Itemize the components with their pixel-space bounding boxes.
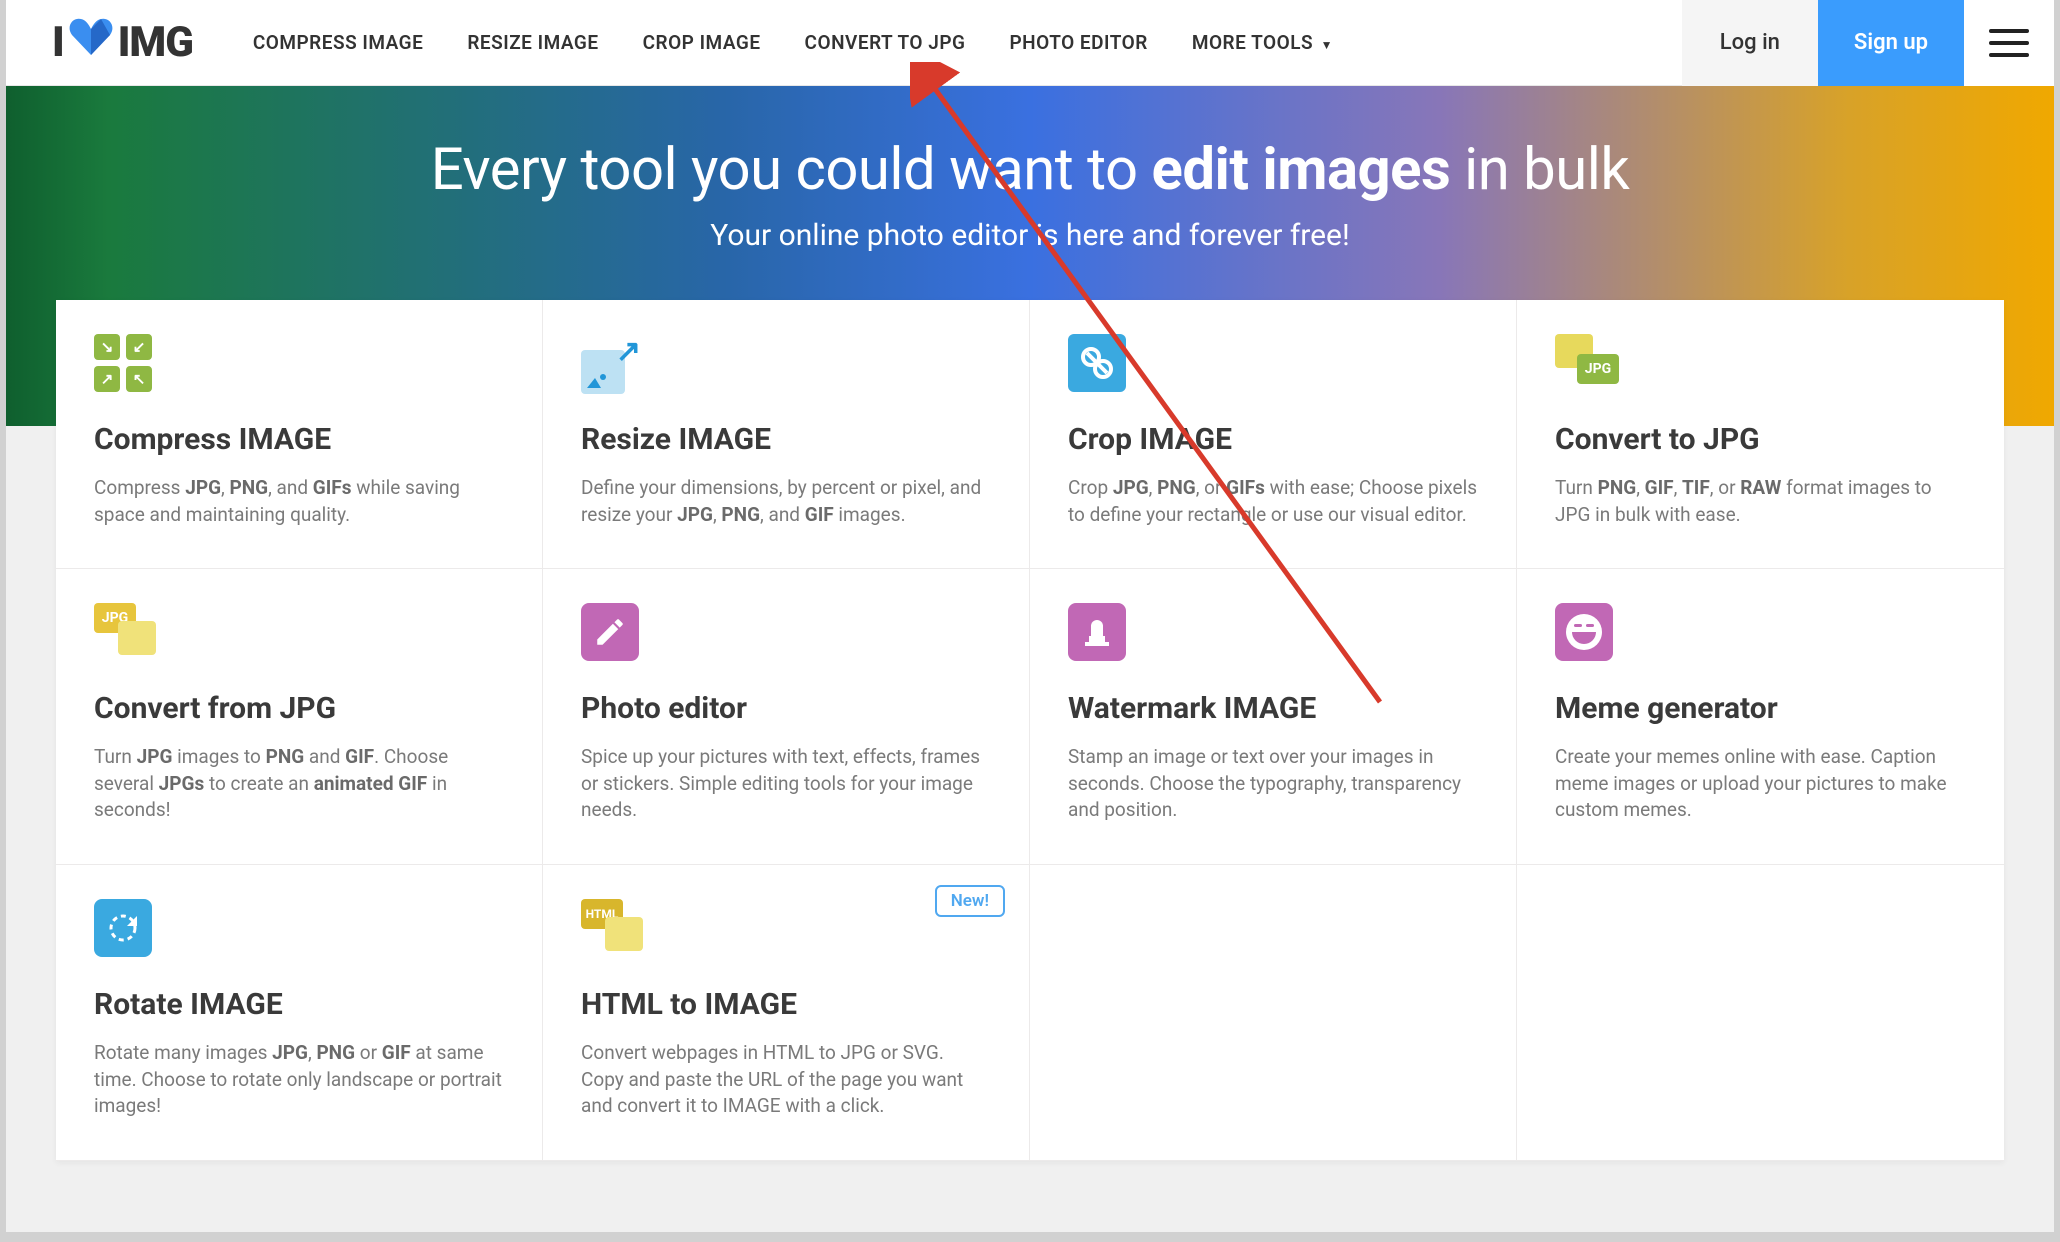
logo[interactable]: I IMG	[52, 17, 193, 68]
html-to-image-icon: HTML	[581, 899, 991, 963]
tool-title: Crop IMAGE	[1068, 422, 1478, 457]
tool-convert-from-jpg[interactable]: JPG Convert from JPG Turn JPG images to …	[56, 569, 543, 865]
photo-editor-icon	[581, 603, 991, 667]
logo-text-pre: I	[52, 18, 64, 67]
tool-crop-image[interactable]: Crop IMAGE Crop JPG, PNG, or GIFs with e…	[1030, 300, 1517, 569]
nav-compress[interactable]: COMPRESS IMAGE	[253, 31, 424, 54]
nav-more-tools[interactable]: MORE TOOLS ▼	[1192, 31, 1333, 54]
convert-from-jpg-icon: JPG	[94, 603, 504, 667]
tool-meme-generator[interactable]: Meme generator Create your memes online …	[1517, 569, 2004, 865]
tool-convert-to-jpg[interactable]: JPG Convert to JPG Turn PNG, GIF, TIF, o…	[1517, 300, 2004, 569]
tool-empty	[1517, 865, 2004, 1161]
login-button[interactable]: Log in	[1682, 0, 1818, 86]
tool-watermark-image[interactable]: Watermark IMAGE Stamp an image or text o…	[1030, 569, 1517, 865]
tool-title: HTML to IMAGE	[581, 987, 991, 1022]
compress-icon: ↘↙↗↖	[94, 334, 504, 398]
tool-desc: Create your memes online with ease. Capt…	[1555, 744, 1966, 824]
tool-desc: Define your dimensions, by percent or pi…	[581, 475, 991, 528]
tool-desc: Convert webpages in HTML to JPG or SVG. …	[581, 1040, 991, 1120]
tool-title: Watermark IMAGE	[1068, 691, 1478, 726]
tool-desc: Spice up your pictures with text, effect…	[581, 744, 991, 824]
tool-desc: Turn JPG images to PNG and GIF. Choose s…	[94, 744, 504, 824]
tool-desc: Crop JPG, PNG, or GIFs with ease; Choose…	[1068, 475, 1478, 528]
tool-desc: Rotate many images JPG, PNG or GIF at sa…	[94, 1040, 504, 1120]
tool-desc: Stamp an image or text over your images …	[1068, 744, 1478, 824]
resize-icon: ↗	[581, 334, 991, 398]
nav-crop[interactable]: CROP IMAGE	[643, 31, 761, 54]
tool-title: Convert from JPG	[94, 691, 504, 726]
tool-desc: Compress JPG, PNG, and GIFs while saving…	[94, 475, 504, 528]
nav-resize[interactable]: RESIZE IMAGE	[467, 31, 598, 54]
meme-icon	[1555, 603, 1966, 667]
new-badge: New!	[935, 885, 1005, 917]
logo-text-post: IMG	[118, 18, 193, 67]
tool-title: Compress IMAGE	[94, 422, 504, 457]
hero-subtitle: Your online photo editor is here and for…	[6, 218, 2054, 253]
menu-icon[interactable]	[1964, 0, 2054, 86]
chevron-down-icon: ▼	[1317, 38, 1333, 52]
tool-title: Rotate IMAGE	[94, 987, 504, 1022]
rotate-icon	[94, 899, 504, 963]
crop-icon	[1068, 334, 1478, 398]
tool-title: Convert to JPG	[1555, 422, 1966, 457]
nav-right: Log in Sign up	[1682, 0, 2054, 86]
convert-to-jpg-icon: JPG	[1555, 334, 1966, 398]
nav-convert-to-jpg[interactable]: CONVERT TO JPG	[805, 31, 966, 54]
nav-photo-editor[interactable]: PHOTO EDITOR	[1009, 31, 1147, 54]
tool-resize-image[interactable]: ↗ Resize IMAGE Define your dimensions, b…	[543, 300, 1030, 569]
nav-links: COMPRESS IMAGE RESIZE IMAGE CROP IMAGE C…	[253, 31, 1333, 54]
signup-button[interactable]: Sign up	[1818, 0, 1964, 86]
tool-desc: Turn PNG, GIF, TIF, or RAW format images…	[1555, 475, 1966, 528]
tool-title: Meme generator	[1555, 691, 1966, 726]
tool-rotate-image[interactable]: Rotate IMAGE Rotate many images JPG, PNG…	[56, 865, 543, 1161]
navbar: I IMG COMPRESS IMAGE RESIZE IMAGE CROP I…	[6, 0, 2054, 86]
tool-photo-editor[interactable]: Photo editor Spice up your pictures with…	[543, 569, 1030, 865]
tool-title: Resize IMAGE	[581, 422, 991, 457]
tool-compress-image[interactable]: ↘↙↗↖ Compress IMAGE Compress JPG, PNG, a…	[56, 300, 543, 569]
watermark-icon	[1068, 603, 1478, 667]
heart-icon	[68, 17, 114, 68]
hero-title: Every tool you could want to edit images…	[6, 136, 2054, 204]
tool-html-to-image[interactable]: New! HTML HTML to IMAGE Convert webpages…	[543, 865, 1030, 1161]
tools-grid: ↘↙↗↖ Compress IMAGE Compress JPG, PNG, a…	[56, 300, 2004, 1161]
tool-empty	[1030, 865, 1517, 1161]
tool-title: Photo editor	[581, 691, 991, 726]
